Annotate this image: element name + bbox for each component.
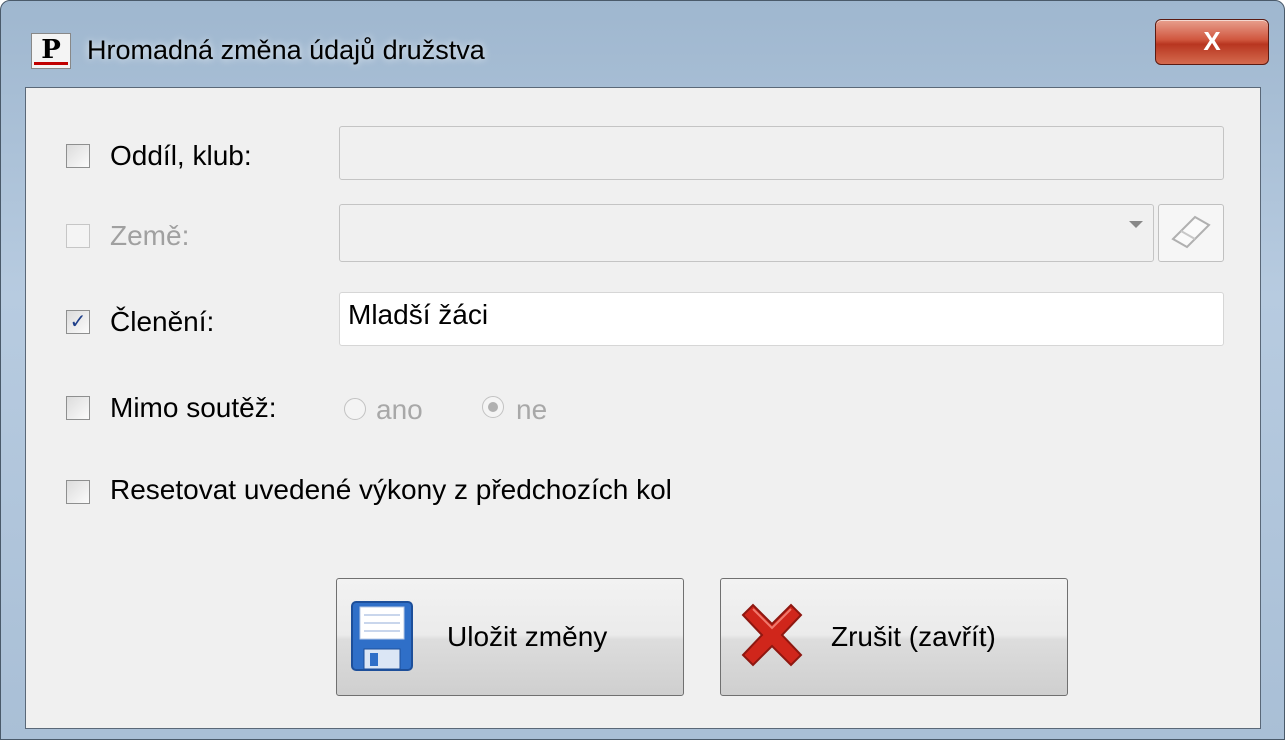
country-combo[interactable] bbox=[339, 204, 1154, 262]
dialog-content: Oddíl, klub: Země: ✓ Členění: Mladší žác… bbox=[25, 87, 1261, 729]
dialog-window: P Hromadná změna údajů družstva X Oddíl,… bbox=[0, 0, 1285, 740]
check-mark-icon: ✓ bbox=[69, 311, 87, 333]
floppy-disk-icon bbox=[351, 601, 413, 671]
cancel-button[interactable]: Zrušit (zavřít) bbox=[720, 578, 1068, 696]
division-input[interactable]: Mladší žáci bbox=[339, 292, 1224, 346]
country-label: Země: bbox=[110, 220, 190, 251]
radio-ano[interactable] bbox=[344, 398, 366, 420]
division-checkbox[interactable]: ✓ bbox=[66, 310, 90, 334]
red-x-icon bbox=[741, 603, 803, 667]
window-title: Hromadná změna údajů družstva bbox=[87, 35, 485, 65]
save-button-label: Uložit změny bbox=[447, 621, 608, 652]
cancel-button-label: Zrušit (zavřít) bbox=[831, 621, 996, 652]
radio-ano-label: ano bbox=[376, 394, 423, 425]
country-checkbox[interactable] bbox=[66, 224, 90, 248]
title-bar[interactable]: P Hromadná změna údajů družstva X bbox=[1, 1, 1284, 87]
chevron-down-icon[interactable] bbox=[1129, 221, 1143, 228]
radio-ne[interactable] bbox=[482, 396, 504, 418]
club-input[interactable] bbox=[339, 126, 1224, 180]
club-checkbox[interactable] bbox=[66, 144, 90, 168]
close-button[interactable]: X bbox=[1155, 19, 1269, 65]
reset-checkbox[interactable] bbox=[66, 480, 90, 504]
club-label: Oddíl, klub: bbox=[110, 140, 252, 171]
save-button[interactable]: Uložit změny bbox=[336, 578, 684, 696]
app-icon: P bbox=[31, 33, 71, 69]
eraser-icon bbox=[1171, 215, 1211, 249]
radio-ne-label: ne bbox=[516, 394, 548, 425]
out-of-competition-checkbox[interactable] bbox=[66, 396, 90, 420]
clear-country-button[interactable] bbox=[1158, 204, 1224, 262]
out-of-competition-label: Mimo soutěž: bbox=[110, 392, 277, 423]
reset-label: Resetovat uvedené výkony z předchozích k… bbox=[110, 474, 672, 505]
division-label: Členění: bbox=[110, 306, 215, 337]
